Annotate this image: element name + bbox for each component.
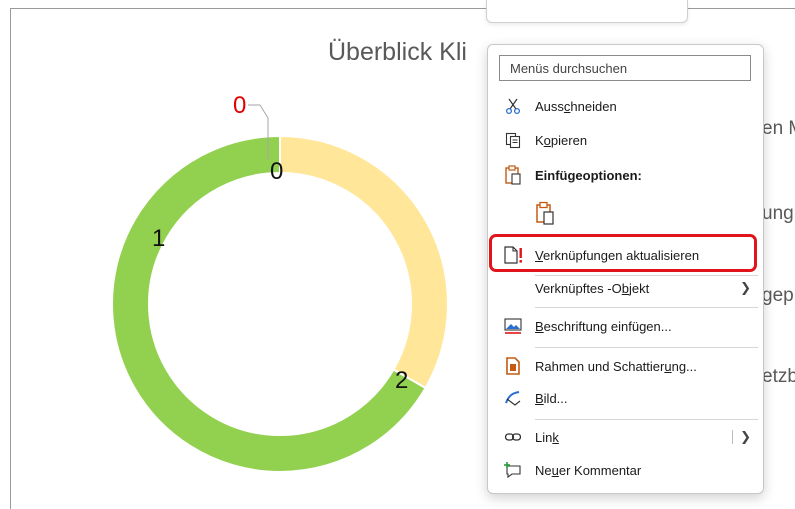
menu-item-borders-shading[interactable]: Rahmen und Schattierung... bbox=[488, 351, 763, 381]
paste-icon bbox=[534, 201, 556, 225]
menu-divider bbox=[535, 307, 758, 308]
data-label-one: 1 bbox=[152, 225, 166, 252]
menu-item-borders-shading-label: Rahmen und Schattierung... bbox=[535, 358, 697, 374]
menu-item-paste-options-label: Einfügeoptionen: bbox=[535, 167, 642, 183]
menu-divider bbox=[535, 347, 758, 348]
submenu-chevron-icon: ❯ bbox=[740, 280, 751, 295]
data-label-zero-inner: 0 bbox=[270, 158, 284, 185]
menu-item-link-label: Link bbox=[535, 429, 559, 445]
copy-icon bbox=[502, 129, 524, 151]
menu-search-box[interactable] bbox=[499, 55, 751, 81]
scissors-icon bbox=[502, 95, 524, 117]
borders-shading-icon bbox=[502, 355, 524, 377]
link-icon bbox=[502, 426, 524, 448]
menu-item-cut[interactable]: Ausschneiden bbox=[488, 91, 763, 121]
menu-item-picture-label: Bild... bbox=[535, 390, 568, 406]
picture-format-icon bbox=[502, 387, 524, 409]
menu-item-link[interactable]: Link ❯ bbox=[488, 422, 763, 452]
menu-item-linked-object[interactable]: Verknüpftes -Objekt ❯ bbox=[488, 273, 763, 303]
paste-keep-source-button[interactable] bbox=[528, 195, 568, 231]
menu-item-cut-label: Ausschneiden bbox=[535, 98, 617, 114]
menu-item-paste-options-header: Einfügeoptionen: bbox=[488, 160, 763, 190]
menu-item-picture[interactable]: Bild... bbox=[488, 383, 763, 413]
menu-divider bbox=[535, 419, 758, 420]
menu-item-new-comment[interactable]: Neuer Kommentar bbox=[488, 455, 763, 485]
menu-item-linked-object-label: Verknüpftes -Objekt bbox=[535, 280, 650, 296]
mini-toolbar[interactable] bbox=[486, 0, 688, 23]
submenu-chevron-icon[interactable]: ❯ bbox=[740, 429, 751, 445]
menu-item-copy-label: Kopieren bbox=[535, 132, 588, 148]
new-comment-icon bbox=[502, 459, 524, 481]
menu-search-input[interactable] bbox=[508, 56, 747, 80]
data-label-two: 2 bbox=[395, 367, 409, 394]
split-separator bbox=[732, 430, 733, 444]
highlight-annotation bbox=[489, 234, 757, 272]
donut-slice-1[interactable] bbox=[279, 134, 449, 390]
data-label-zero-outer: 0 bbox=[233, 92, 247, 119]
paste-options-icon bbox=[502, 164, 524, 186]
menu-item-insert-caption-label: Beschriftung einfügen... bbox=[535, 318, 672, 334]
menu-item-new-comment-label: Neuer Kommentar bbox=[535, 462, 642, 478]
menu-item-copy[interactable]: Kopieren bbox=[488, 125, 763, 155]
menu-item-insert-caption[interactable]: Beschriftung einfügen... bbox=[488, 311, 763, 341]
insert-caption-icon bbox=[502, 315, 524, 337]
